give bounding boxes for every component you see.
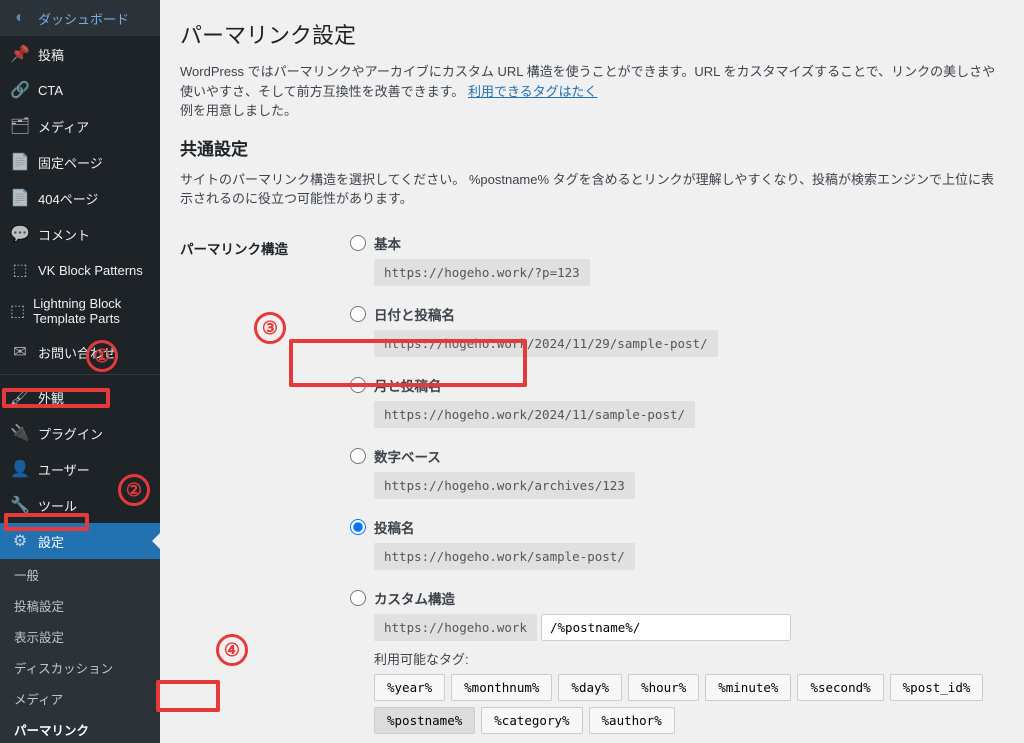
menu-label: お問い合わせ: [38, 343, 116, 362]
permalink-radio[interactable]: [350, 306, 366, 322]
page-title: パーマリンク設定: [180, 18, 1004, 50]
submenu-item[interactable]: 表示設定: [0, 621, 160, 652]
submenu-item[interactable]: ディスカッション: [0, 652, 160, 683]
menu-item[interactable]: ⬚ Lightning Block Template Parts: [0, 288, 160, 334]
tag-button[interactable]: %day%: [558, 674, 622, 701]
menu-label: ダッシュボード: [38, 9, 129, 28]
permalink-sample: https://hogeho.work/?p=123: [374, 259, 590, 286]
menu-item[interactable]: 🖌 外観: [0, 379, 160, 415]
menu-item[interactable]: ⚙ 設定: [0, 523, 160, 559]
menu-item[interactable]: 👤 ユーザー: [0, 451, 160, 487]
tag-button[interactable]: %minute%: [705, 674, 791, 701]
permalink-option-label: 月と投稿名: [374, 375, 442, 395]
menu-label: コメント: [38, 225, 90, 244]
menu-item[interactable]: 📄 404ページ: [0, 180, 160, 216]
common-desc: サイトのパーマリンク構造を選択してください。 %postname% タグを含める…: [180, 170, 1004, 209]
menu-icon: ◐: [10, 8, 30, 28]
menu-item[interactable]: 📄 固定ページ: [0, 144, 160, 180]
menu-icon: 👤: [10, 459, 30, 479]
menu-label: メディア: [38, 117, 89, 136]
permalink-sample: https://hogeho.work/2024/11/29/sample-po…: [374, 330, 718, 357]
permalink-radio[interactable]: [350, 235, 366, 251]
submenu-item[interactable]: 投稿設定: [0, 590, 160, 621]
tag-button[interactable]: %post_id%: [890, 674, 984, 701]
submenu-item[interactable]: 一般: [0, 559, 160, 590]
menu-item[interactable]: 🔌 プラグイン: [0, 415, 160, 451]
menu-icon: 🖌: [10, 387, 30, 407]
tag-button[interactable]: %year%: [374, 674, 445, 701]
available-tags-label: 利用可能なタグ:: [374, 649, 1004, 668]
common-settings-heading: 共通設定: [180, 135, 1004, 160]
main-content: パーマリンク設定 WordPress ではパーマリンクやアーカイブにカスタム U…: [160, 0, 1024, 743]
tag-button[interactable]: %monthnum%: [451, 674, 552, 701]
tag-button[interactable]: %category%: [481, 707, 582, 734]
tag-button[interactable]: %author%: [589, 707, 675, 734]
custom-structure-input[interactable]: [541, 614, 791, 641]
menu-label: プラグイン: [38, 424, 103, 443]
tag-button[interactable]: %hour%: [628, 674, 699, 701]
permalink-radio[interactable]: [350, 590, 366, 606]
submenu-item[interactable]: メディア: [0, 683, 160, 714]
menu-item[interactable]: 💬 コメント: [0, 216, 160, 252]
menu-item[interactable]: ⬚ VK Block Patterns: [0, 252, 160, 288]
menu-item[interactable]: 📌 投稿: [0, 36, 160, 72]
permalink-option-label: 数字ベース: [374, 446, 441, 466]
menu-label: ユーザー: [38, 460, 90, 479]
menu-label: CTA: [38, 83, 63, 98]
menu-item[interactable]: ◐ ダッシュボード: [0, 0, 160, 36]
menu-label: VK Block Patterns: [38, 263, 143, 278]
menu-icon: 📄: [10, 152, 30, 172]
permalink-radio[interactable]: [350, 519, 366, 535]
menu-label: 外観: [38, 388, 64, 407]
intro-text: WordPress ではパーマリンクやアーカイブにカスタム URL 構造を使うこ…: [180, 62, 1004, 121]
menu-item[interactable]: 🔗 CTA: [0, 72, 160, 108]
permalink-structure-label: パーマリンク構造: [180, 223, 350, 743]
menu-label: 投稿: [38, 45, 64, 64]
menu-item[interactable]: ✉ お問い合わせ: [0, 334, 160, 370]
menu-item[interactable]: 🗂 メディア: [0, 108, 160, 144]
permalink-option-label: 投稿名: [374, 517, 415, 537]
tag-button[interactable]: %second%: [797, 674, 883, 701]
menu-icon: 🗂: [10, 116, 30, 136]
menu-icon: ⬚: [10, 260, 30, 280]
tag-button[interactable]: %postname%: [374, 707, 475, 734]
menu-icon: 💬: [10, 224, 30, 244]
permalink-option-label: 日付と投稿名: [374, 304, 455, 324]
menu-icon: 📌: [10, 44, 30, 64]
permalink-option-label: 基本: [374, 233, 401, 253]
menu-icon: 🔧: [10, 495, 30, 515]
menu-icon: 📄: [10, 188, 30, 208]
permalink-radio[interactable]: [350, 448, 366, 464]
menu-label: Lightning Block Template Parts: [33, 296, 152, 326]
permalink-sample: https://hogeho.work/archives/123: [374, 472, 635, 499]
custom-prefix: https://hogeho.work: [374, 614, 537, 641]
permalink-radio[interactable]: [350, 377, 366, 393]
menu-label: 設定: [38, 532, 64, 551]
admin-sidebar: ◐ ダッシュボード 📌 投稿 🔗 CTA 🗂 メディア 📄 固定ページ 📄 404ページ 💬 コメント ⬚ V…: [0, 0, 160, 743]
available-tags-link[interactable]: 利用できるタグはたく: [468, 84, 597, 99]
submenu-item[interactable]: パーマリンク: [0, 714, 160, 743]
permalink-sample: https://hogeho.work/2024/11/sample-post/: [374, 401, 695, 428]
tags-row: %year%%monthnum%%day%%hour%%minute%%seco…: [374, 674, 1004, 734]
menu-icon: ⬚: [10, 301, 25, 321]
menu-label: ツール: [38, 496, 77, 515]
menu-item[interactable]: 🔧 ツール: [0, 487, 160, 523]
menu-label: 404ページ: [38, 189, 98, 208]
menu-icon: 🔌: [10, 423, 30, 443]
menu-icon: 🔗: [10, 80, 30, 100]
permalink-sample: https://hogeho.work/sample-post/: [374, 543, 635, 570]
menu-icon: ✉: [10, 342, 30, 362]
menu-label: 固定ページ: [38, 153, 103, 172]
permalink-option-label: カスタム構造: [374, 588, 455, 608]
menu-icon: ⚙: [10, 531, 30, 551]
